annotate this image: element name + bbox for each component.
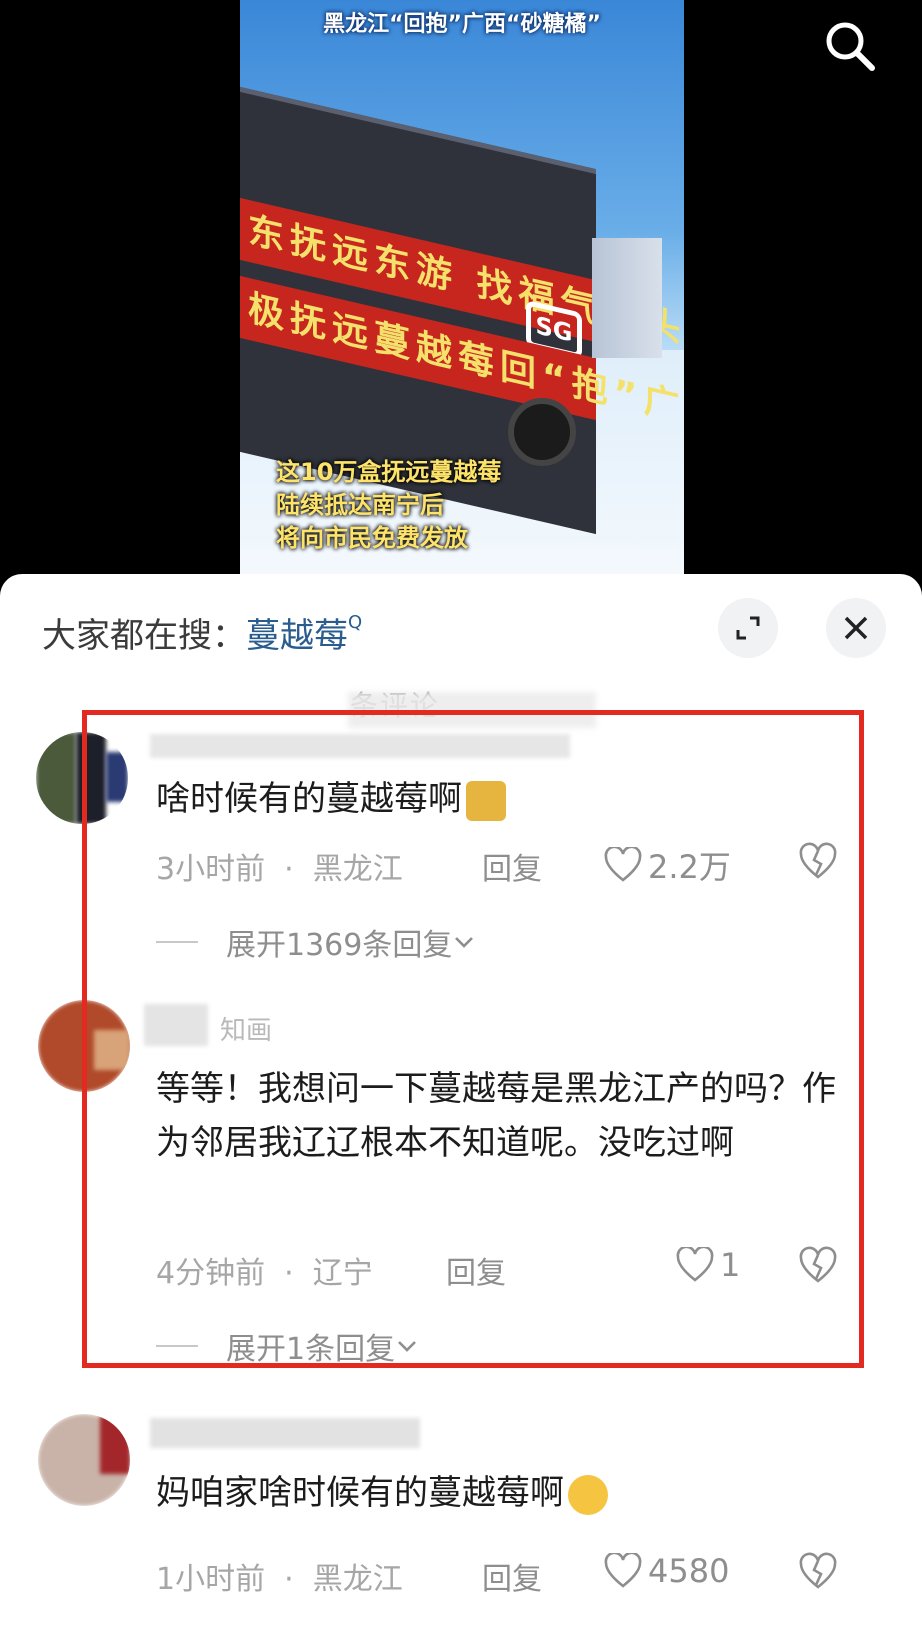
expand-replies-label: 展开1条回复 [226, 1332, 396, 1367]
divider-line [156, 1345, 198, 1347]
comment-body: 妈咱家啥时候有的蔓越莓啊 [156, 1473, 564, 1513]
avatar[interactable] [36, 732, 128, 824]
like-count: 4580 [648, 1552, 730, 1590]
expand-icon [736, 616, 760, 640]
chevron-down-icon [455, 937, 474, 948]
like-count: 2.2万 [648, 848, 731, 886]
heart-icon [604, 847, 642, 882]
comment-location: 黑龙江 [312, 852, 403, 887]
username-mosaic [150, 734, 570, 758]
close-icon [844, 616, 868, 640]
expand-replies[interactable]: 展开1369条回复 [156, 920, 476, 964]
like-button[interactable]: 1 [676, 1246, 740, 1284]
reply-button[interactable]: 回复 [482, 1554, 542, 1598]
video-caption-top: 黑龙江“回抱”广西“砂糖橘” [323, 12, 601, 37]
expand-replies[interactable]: 展开1条回复 [156, 1324, 419, 1368]
expand-button[interactable] [718, 598, 778, 658]
search-hint-term[interactable]: 蔓越莓 [246, 616, 348, 656]
caption-line-3: 将向市民免费发放 [276, 524, 468, 552]
broken-heart-icon[interactable] [798, 1552, 838, 1592]
pleading-face-emoji [568, 1474, 608, 1515]
search-hint-icon: Q [348, 612, 363, 633]
expand-replies-label: 展开1369条回复 [226, 928, 453, 963]
like-button[interactable]: 4580 [604, 1552, 729, 1590]
video-frame[interactable]: 东抚远东游 找福气请头 SG 极抚远蔓越莓回“抱”广西砂糖橘 黑龙江“回抱”广西… [240, 0, 684, 580]
comment-meta: 1小时前 · 黑龙江 [156, 1562, 403, 1597]
sticker-emoji [466, 780, 506, 821]
reply-button[interactable]: 回复 [446, 1248, 506, 1292]
comment-body: 等等！我想问一下蔓越莓是黑龙江产的吗？作为邻居我辽辽根本不知道呢。没吃过啊 [156, 1069, 836, 1163]
comment-time: 4分钟前 [156, 1256, 266, 1291]
broken-heart-icon[interactable] [798, 1246, 838, 1286]
avatar[interactable] [38, 1000, 130, 1092]
reply-button[interactable]: 回复 [482, 844, 542, 888]
search-hint-label: 大家都在搜： [42, 616, 246, 656]
avatar[interactable] [38, 1414, 130, 1506]
like-button[interactable]: 2.2万 [604, 842, 731, 888]
trailer-side [592, 238, 662, 358]
comment-location: 辽宁 [312, 1256, 373, 1291]
username-mosaic [144, 1004, 208, 1046]
comment-location: 黑龙江 [312, 1562, 403, 1597]
comment-text: 妈咱家啥时候有的蔓越莓啊 [156, 1466, 856, 1520]
comment-count-mosaic [348, 692, 596, 728]
caption-line-1: 这10万盒抚远蔓越莓 [276, 458, 502, 486]
divider-line [156, 941, 198, 943]
heart-icon [676, 1247, 714, 1282]
video-caption-bottom: 这10万盒抚远蔓越莓 陆续抵达南宁后 将向市民免费发放 [276, 456, 664, 555]
search-hint[interactable]: 大家都在搜：蔓越莓Q [42, 608, 362, 657]
search-icon[interactable] [822, 18, 878, 74]
comment-time: 3小时前 [156, 852, 266, 887]
video-player[interactable]: 东抚远东游 找福气请头 SG 极抚远蔓越莓回“抱”广西砂糖橘 黑龙江“回抱”广西… [0, 0, 922, 600]
heart-icon [604, 1553, 642, 1588]
comment-sheet: 大家都在搜：蔓越莓Q 条评论 啥时候有的蔓越莓啊 3小时前 · 黑龙江 回复 2… [0, 574, 922, 1639]
username-mosaic [150, 1418, 420, 1448]
comment-username[interactable]: 知画 [220, 1010, 272, 1047]
comment-time: 1小时前 [156, 1562, 266, 1597]
comment-text: 啥时候有的蔓越莓啊 [156, 772, 856, 826]
close-button[interactable] [826, 598, 886, 658]
broken-heart-icon[interactable] [798, 842, 838, 882]
comment-meta: 3小时前 · 黑龙江 [156, 852, 403, 887]
caption-line-2: 陆续抵达南宁后 [276, 491, 444, 519]
comment-meta: 4分钟前 · 辽宁 [156, 1256, 373, 1291]
chevron-down-icon [398, 1341, 417, 1352]
comment-body: 啥时候有的蔓越莓啊 [156, 779, 462, 819]
like-count: 1 [720, 1246, 741, 1284]
